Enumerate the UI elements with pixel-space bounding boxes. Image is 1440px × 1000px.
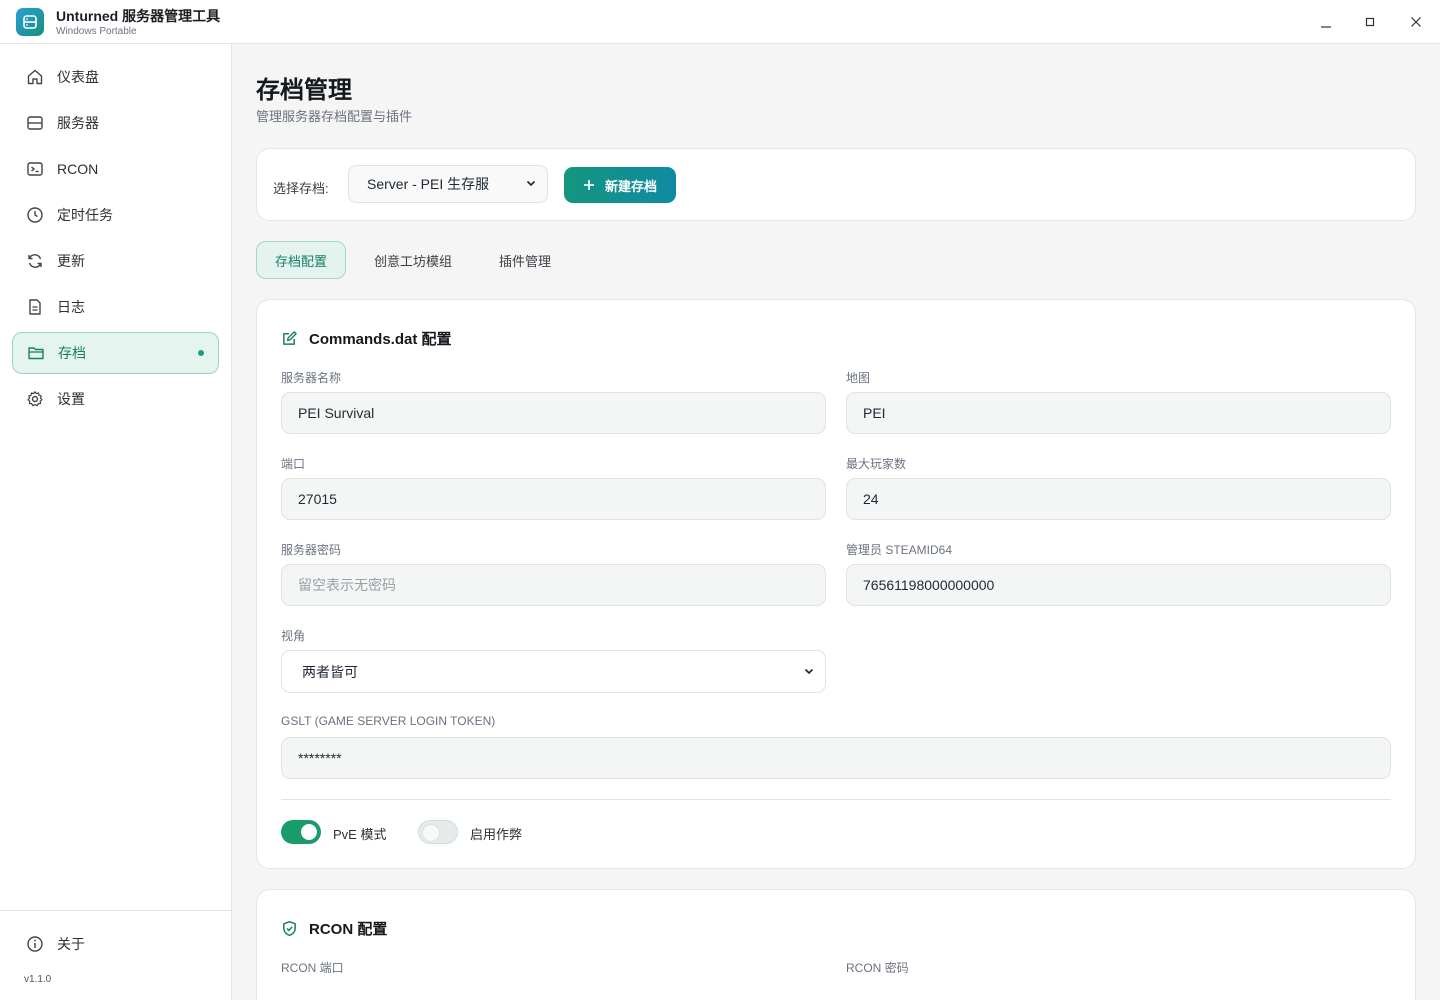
sidebar-item-label: 关于 [57, 936, 85, 952]
sidebar-item-label: 存档 [58, 345, 86, 361]
password-label: 服务器密码 [281, 543, 342, 557]
map-input[interactable]: PEI [846, 392, 1391, 434]
terminal-icon [25, 159, 45, 179]
sidebar-item-server[interactable]: 服务器 [12, 102, 219, 144]
maximize-button[interactable] [1358, 10, 1382, 34]
commands-section-title: Commands.dat 配置 [281, 328, 452, 349]
pve-toggle-label: PvE 模式 [333, 827, 387, 842]
chevron-down-icon [803, 664, 815, 680]
pve-toggle[interactable] [281, 820, 321, 844]
sidebar-item-logs[interactable]: 日志 [12, 286, 219, 328]
sidebar-item-dashboard[interactable]: 仪表盘 [12, 56, 219, 98]
edit-icon [281, 330, 299, 348]
sidebar-item-label: 仪表盘 [57, 69, 99, 85]
perspective-value: 两者皆可 [302, 663, 358, 680]
sidebar-item-label: 日志 [57, 299, 85, 315]
gear-icon [25, 389, 45, 409]
commands-config-card: Commands.dat 配置 服务器名称 PEI Survival 地图 PE… [256, 299, 1416, 869]
new-save-button[interactable]: 新建存档 [564, 167, 676, 203]
active-indicator-dot [198, 350, 204, 356]
shield-check-icon [281, 920, 299, 938]
port-label: 端口 [281, 457, 306, 471]
app-logo-icon [16, 8, 44, 36]
sidebar-item-saves[interactable]: 存档 [12, 332, 219, 374]
cheats-toggle-label: 启用作弊 [470, 827, 523, 842]
toggle-knob [423, 825, 439, 841]
perspective-select[interactable]: 两者皆可 [281, 650, 826, 693]
version-label: v1.1.0 [24, 974, 52, 985]
admin-steamid-label: 管理员 STEAMID64 [846, 543, 953, 557]
save-selector-card: 选择存档: Server - PEI 生存服 新建存档 [256, 148, 1416, 221]
sidebar-item-label: 服务器 [57, 115, 99, 131]
chevron-down-icon [525, 176, 537, 192]
server-name-label: 服务器名称 [281, 371, 342, 385]
refresh-icon [25, 251, 45, 271]
folder-icon [26, 343, 46, 363]
save-select-dropdown[interactable]: Server - PEI 生存服 [348, 165, 548, 203]
sidebar-item-schedule[interactable]: 定时任务 [12, 194, 219, 236]
perspective-label: 视角 [281, 629, 306, 643]
section-divider [281, 799, 1391, 800]
save-select-label: 选择存档: [273, 181, 329, 196]
document-icon [25, 297, 45, 317]
sidebar-item-settings[interactable]: 设置 [12, 378, 219, 420]
sidebar-divider [0, 910, 231, 911]
info-icon [25, 934, 45, 954]
server-icon [25, 113, 45, 133]
sidebar-item-label: RCON [57, 161, 99, 177]
plus-icon [583, 179, 595, 191]
rcon-port-label: RCON 端口 [281, 961, 344, 975]
sidebar-item-label: 设置 [57, 391, 85, 407]
port-input[interactable]: 27015 [281, 478, 826, 520]
rcon-config-card: RCON 配置 RCON 端口 RCON 密码 [256, 889, 1416, 1000]
save-select-value: Server - PEI 生存服 [367, 176, 490, 192]
admin-steamid-input[interactable]: 76561198000000000 [846, 564, 1391, 606]
page-subtitle: 管理服务器存档配置与插件 [256, 109, 413, 124]
title-bar: Unturned 服务器管理工具 Windows Portable [0, 0, 1440, 44]
sidebar-item-label: 更新 [57, 253, 85, 269]
page-title: 存档管理 [256, 77, 352, 104]
home-icon [25, 67, 45, 87]
gslt-label: GSLT (GAME SERVER LOGIN TOKEN) [281, 714, 496, 728]
main-content: 存档管理 管理服务器存档配置与插件 选择存档: Server - PEI 生存服… [232, 44, 1440, 1000]
sidebar-item-update[interactable]: 更新 [12, 240, 219, 282]
minimize-button[interactable] [1314, 10, 1338, 34]
tab-save-config[interactable]: 存档配置 [256, 241, 346, 279]
map-label: 地图 [846, 371, 871, 385]
app-subtitle: Windows Portable [56, 26, 137, 37]
server-name-input[interactable]: PEI Survival [281, 392, 826, 434]
max-players-label: 最大玩家数 [846, 457, 907, 471]
gslt-input[interactable]: ******** [281, 737, 1391, 779]
new-save-label: 新建存档 [604, 178, 657, 194]
sidebar: 仪表盘 服务器 RCON 定时任务 更新 日志 存档 设置 关于 v1.1.0 [0, 44, 232, 1000]
app-title: Unturned 服务器管理工具 [56, 8, 221, 24]
rcon-section-title: RCON 配置 [281, 918, 387, 939]
close-button[interactable] [1404, 10, 1428, 34]
sidebar-item-rcon[interactable]: RCON [12, 148, 219, 190]
tab-plugins[interactable]: 插件管理 [480, 241, 570, 279]
sidebar-item-about[interactable]: 关于 [12, 923, 219, 965]
password-input[interactable]: 留空表示无密码 [281, 564, 826, 606]
sidebar-item-label: 定时任务 [57, 207, 113, 223]
clock-icon [25, 205, 45, 225]
cheats-toggle[interactable] [418, 820, 458, 844]
tab-workshop-mods[interactable]: 创意工坊模组 [360, 241, 466, 279]
toggle-knob [301, 824, 317, 840]
rcon-password-label: RCON 密码 [846, 961, 909, 975]
max-players-input[interactable]: 24 [846, 478, 1391, 520]
